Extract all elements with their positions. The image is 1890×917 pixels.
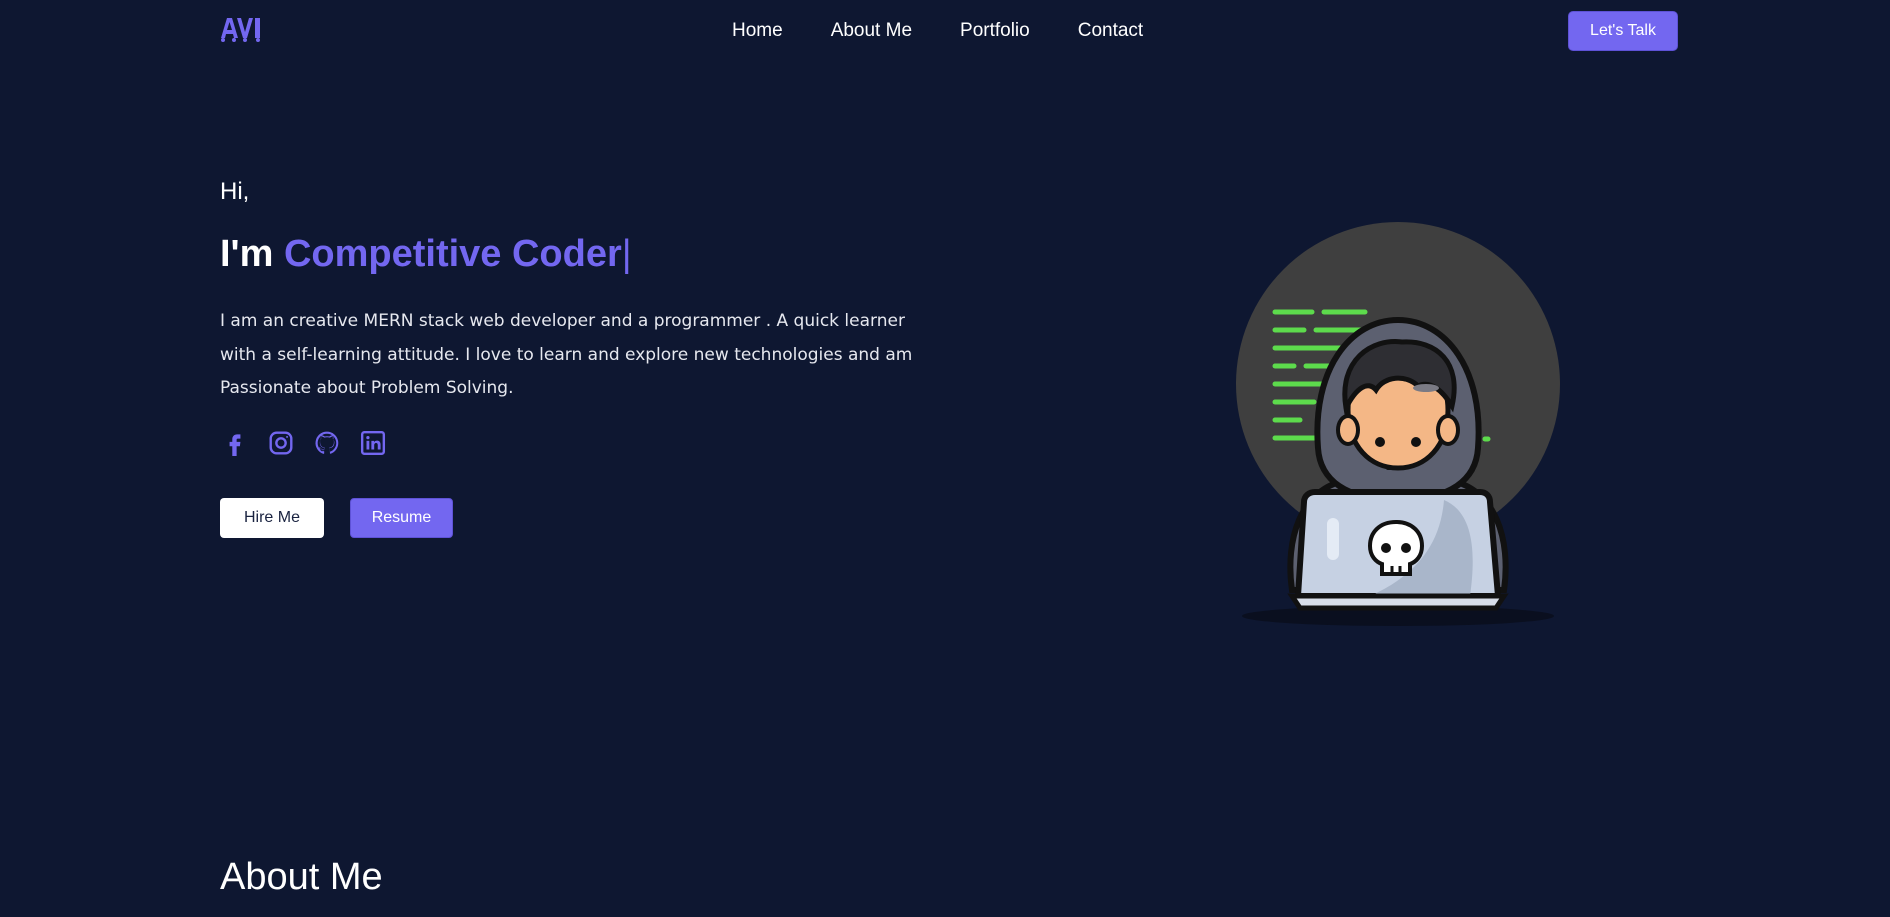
hire-me-button[interactable]: Hire Me [220, 498, 324, 538]
github-icon[interactable] [314, 430, 340, 456]
coder-avatar-image [1236, 222, 1560, 626]
typing-caret: | [621, 233, 632, 275]
about-section-title: About Me [220, 856, 383, 898]
resume-button[interactable]: Resume [350, 498, 453, 538]
social-links [222, 430, 386, 456]
logo-mark [221, 18, 260, 42]
hero-headline: I'm Competitive Coder| [220, 233, 632, 276]
nav-portfolio[interactable]: Portfolio [960, 20, 1030, 42]
main-nav: Home About Me Portfolio Contact [732, 20, 1143, 42]
facebook-icon[interactable] [222, 430, 248, 456]
page: Home About Me Portfolio Contact Let's Ta… [0, 0, 1890, 917]
headline-role: Competitive Coder [283, 233, 622, 275]
hero-greeting: Hi, [220, 178, 250, 205]
lets-talk-button[interactable]: Let's Talk [1568, 11, 1678, 51]
headline-prefix: I'm [220, 233, 284, 275]
nav-contact[interactable]: Contact [1078, 20, 1143, 42]
hero-description: I am an creative MERN stack web develope… [220, 311, 913, 398]
nav-about-me[interactable]: About Me [831, 20, 912, 42]
linkedin-icon[interactable] [360, 430, 386, 456]
instagram-icon[interactable] [268, 430, 294, 456]
logo[interactable] [220, 14, 266, 42]
hero-actions: Hire Me Resume [220, 498, 453, 538]
hacker-illustration [1230, 210, 1570, 635]
nav-home[interactable]: Home [732, 20, 783, 42]
